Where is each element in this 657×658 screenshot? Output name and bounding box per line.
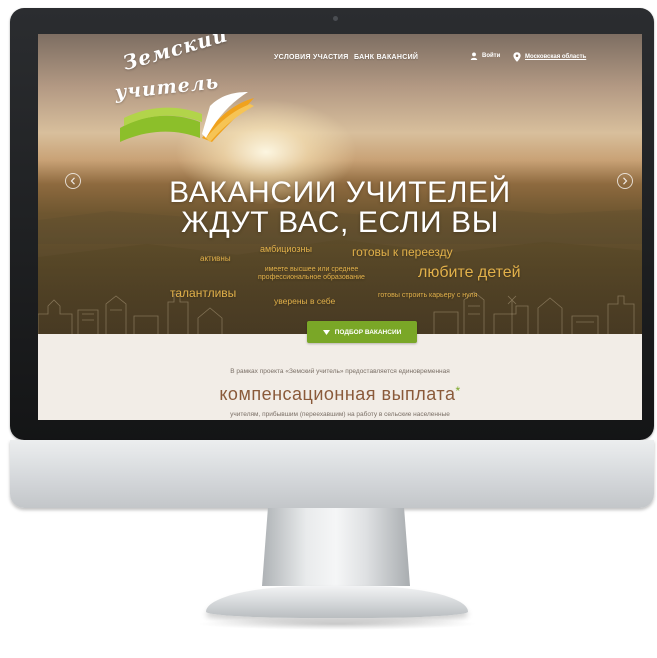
hero-headline-line1: ВАКАНСИИ УЧИТЕЛЕЙ — [169, 176, 511, 209]
compensation-heading-text: компенсационная выплата — [219, 384, 456, 404]
nav-link-vacancies[interactable]: БАНК ВАКАНСИЙ — [354, 54, 418, 61]
compensation-heading: компенсационная выплата* — [38, 384, 642, 405]
monitor-chin — [10, 440, 654, 508]
trait-career: готовы строить карьеру с нуля — [378, 292, 478, 299]
region-label: Московская область — [525, 54, 587, 60]
trait-relocate: готовы к переезду — [352, 245, 453, 259]
hero-banner: Земский учитель УСЛОВИЯ УЧАСТИЯ БАНК ВАК… — [38, 34, 642, 334]
login-label: Войти — [482, 53, 501, 59]
region-selector[interactable]: Московская область — [513, 52, 586, 62]
trait-education: имеете высшее или среднее профессиональн… — [258, 266, 365, 282]
project-logo[interactable]: Земский учитель — [114, 34, 264, 152]
find-vacancy-label: ПОДБОР ВАКАНСИИ — [334, 328, 402, 336]
location-pin-icon — [513, 52, 521, 62]
nav-link-conditions[interactable]: УСЛОВИЯ УЧАСТИЯ — [274, 54, 349, 61]
user-icon — [470, 52, 478, 60]
trait-education-line2: профессиональное образование — [258, 274, 365, 281]
compensation-section: В рамках проекта «Земский учитель» предо… — [38, 334, 642, 420]
book-icon — [120, 92, 254, 142]
trait-education-line1: имеете высшее или среднее — [264, 266, 359, 273]
screen: Земский учитель УСЛОВИЯ УЧАСТИЯ БАНК ВАК… — [38, 34, 642, 420]
monitor-stand-neck — [262, 508, 410, 586]
trait-confident: уверены в себе — [274, 296, 336, 306]
trait-ambitious: амбициозны — [260, 244, 312, 254]
monitor-stand-shadow — [196, 618, 478, 630]
find-vacancy-button[interactable]: ПОДБОР ВАКАНСИИ — [307, 321, 417, 343]
footnote-asterisk: * — [455, 384, 461, 398]
trait-active: активны — [200, 254, 231, 263]
caret-down-icon — [322, 329, 330, 335]
hero-headline-line2: ЖДУТ ВАС, ЕСЛИ ВЫ — [181, 206, 499, 239]
eligibility-text: учителям, прибывшим (переехавшим) на раб… — [230, 411, 450, 418]
login-link[interactable]: Войти — [470, 52, 500, 60]
trait-love-children: любите детей — [418, 264, 521, 281]
trait-talented: талантливы — [170, 286, 237, 300]
monitor-stand-base — [206, 586, 468, 618]
intro-text: В рамках проекта «Земский учитель» предо… — [230, 368, 450, 375]
camera-dot — [333, 16, 338, 21]
